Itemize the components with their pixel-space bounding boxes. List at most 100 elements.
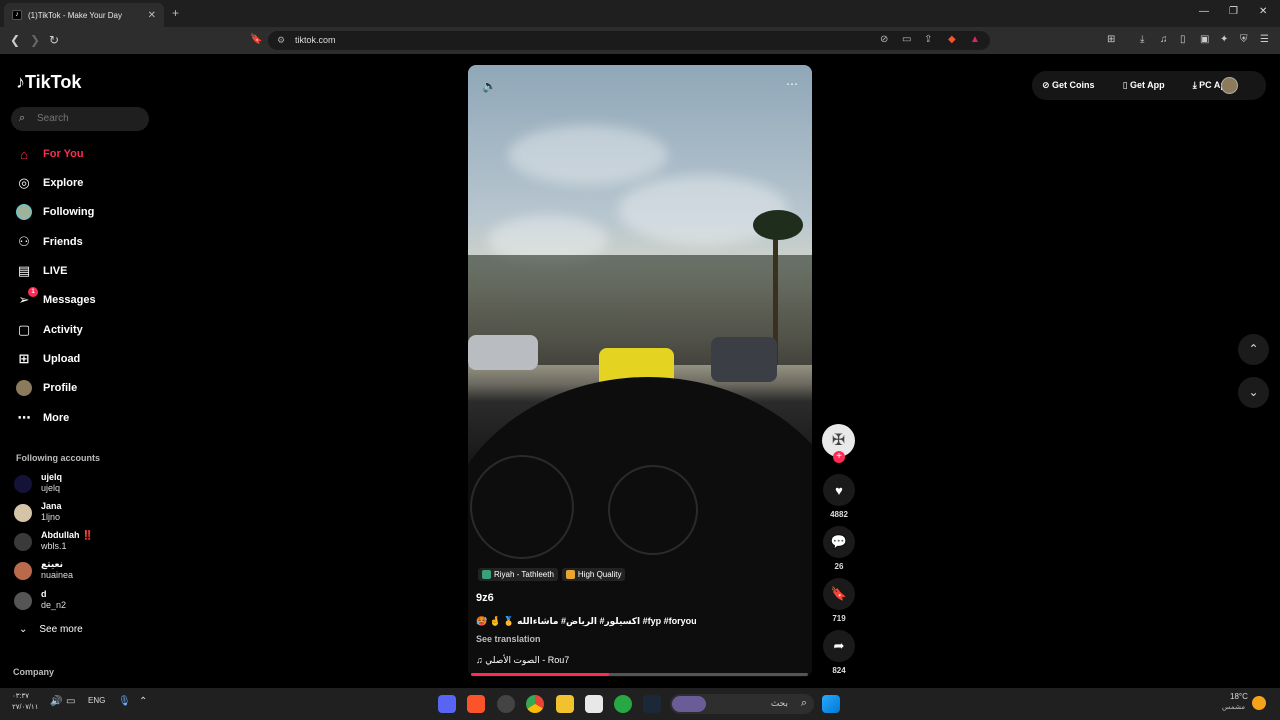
discord-icon[interactable] <box>438 695 456 713</box>
account-item[interactable]: Jana 1ljno <box>14 501 144 527</box>
nav-label: Messages <box>43 294 96 306</box>
tiktok-note-icon: ♪ <box>16 72 25 92</box>
taskbar-search[interactable]: بحث ⌕ <box>670 694 814 714</box>
comment-action[interactable]: 💬 26 <box>822 526 856 571</box>
vpn-icon[interactable]: ⛨ <box>1240 34 1248 45</box>
forward-icon[interactable]: ❯ <box>30 33 40 47</box>
nav-label: Explore <box>43 177 84 189</box>
progress-fill <box>471 673 610 676</box>
tab-close-button[interactable]: ✕ <box>148 10 156 21</box>
tab-search-icon[interactable]: ⊞ <box>1107 34 1115 45</box>
chrome-icon[interactable] <box>526 695 544 713</box>
tab-title: (1)TikTok - Make Your Day <box>28 10 122 20</box>
get-app-button[interactable]: ▯ Get App <box>1123 80 1179 91</box>
media-icon[interactable]: ♫ <box>1160 34 1168 45</box>
site-settings-icon[interactable]: ⚙ <box>277 35 285 46</box>
wallet-icon[interactable]: ▣ <box>1200 34 1209 45</box>
see-more-button[interactable]: ⌄ See more <box>19 624 83 635</box>
window-close-button[interactable]: ✕ <box>1259 6 1267 17</box>
cloud-shape <box>508 125 668 185</box>
logo-text: TikTok <box>25 72 82 92</box>
search-box[interactable]: ⌕ <box>11 107 149 131</box>
account-item[interactable]: Abdullah ‼️ wbls.1 <box>14 530 144 556</box>
nav-messages[interactable]: ➢ 1 Messages <box>16 287 96 310</box>
comment-icon[interactable]: 💬 <box>823 526 855 558</box>
tiktok-logo[interactable]: ♪TikTok <box>16 72 81 93</box>
language-indicator[interactable]: ENG <box>88 696 105 705</box>
like-action[interactable]: ♥ 4882 <box>822 474 856 519</box>
downloads-icon[interactable]: ⤓ <box>1140 34 1144 45</box>
reload-icon[interactable]: ↻ <box>49 33 59 47</box>
volume-muted-icon[interactable]: 🔈 <box>482 79 497 93</box>
file-explorer-icon[interactable] <box>556 695 574 713</box>
share-action[interactable]: ➦ 824 <box>822 630 856 675</box>
see-translation-button[interactable]: See translation <box>476 634 541 644</box>
account-username: wbls.1 <box>41 541 67 551</box>
nav-following[interactable]: Following <box>16 202 94 222</box>
more-options-icon[interactable]: ⋯ <box>786 77 798 91</box>
browser-tab[interactable]: ♪ (1)TikTok - Make Your Day ✕ <box>4 3 164 27</box>
steam-icon[interactable] <box>643 695 661 713</box>
nav-explore[interactable]: ◎ Explore <box>16 173 83 193</box>
nav-live[interactable]: ▤ LIVE <box>16 261 68 281</box>
nav-friends[interactable]: ⚇ Friends <box>16 232 83 252</box>
video-player[interactable]: 🔈 ⋯ Riyah - Tathleeth High Quality 9z6 🥵… <box>468 65 812 677</box>
account-item[interactable]: d de_n2 <box>14 589 144 615</box>
company-link[interactable]: Company <box>13 667 54 677</box>
nav-activity[interactable]: ▢ Activity <box>16 320 83 340</box>
back-icon[interactable]: ❮ <box>10 33 20 47</box>
account-item[interactable]: ujelq ujelq <box>14 472 144 498</box>
video-username[interactable]: 9z6 <box>476 592 494 604</box>
xbox-icon[interactable] <box>614 695 632 713</box>
location-tag[interactable]: Riyah - Tathleeth <box>478 568 558 581</box>
heart-icon[interactable]: ♥ <box>823 474 855 506</box>
volume-icon[interactable]: 🔊 <box>50 696 62 707</box>
tray-chevron-icon[interactable]: ⌃ <box>139 696 147 707</box>
brave-rewards-icon[interactable]: ▲ <box>970 34 980 45</box>
quality-tag[interactable]: High Quality <box>561 568 626 581</box>
minimize-button[interactable]: — <box>1199 6 1209 17</box>
account-username: de_n2 <box>41 600 67 610</box>
video-music[interactable]: ♫ الصوت الأصلي - Rou7 <box>476 655 569 666</box>
bookmark-icon[interactable]: 🔖 <box>250 34 262 45</box>
weather-sun-icon[interactable] <box>1252 696 1266 710</box>
share-arrow-icon[interactable]: ➦ <box>823 630 855 662</box>
nav-more[interactable]: ⋯ More <box>16 408 70 428</box>
bookmark-save-icon[interactable]: 🔖 <box>823 578 855 610</box>
address-bar[interactable]: ⚙ tiktok.com ⊘ ▭ ⇪ ◆ ▲ <box>268 31 990 50</box>
chevron-down-icon: ⌄ <box>19 624 28 635</box>
menu-icon[interactable]: ☰ <box>1260 34 1269 45</box>
sidebar-toggle-icon[interactable]: ▯ <box>1180 34 1186 45</box>
nav-profile[interactable]: Profile <box>16 378 77 398</box>
maximize-button[interactable]: ❐ <box>1229 6 1238 17</box>
messages-badge: 1 <box>28 287 38 297</box>
previous-video-button[interactable]: ⌃ <box>1238 334 1269 365</box>
tag-label: High Quality <box>577 570 622 579</box>
next-video-button[interactable]: ⌄ <box>1238 377 1269 408</box>
account-name: Jana <box>41 501 62 511</box>
url-text: tiktok.com <box>295 35 336 45</box>
brave-icon[interactable] <box>467 695 485 713</box>
follow-plus-icon[interactable]: + <box>833 451 845 463</box>
nav-upload[interactable]: ⊞ Upload <box>16 349 81 369</box>
brave-shields-icon[interactable]: ◆ <box>948 34 956 45</box>
cast-icon[interactable]: ▭ <box>902 34 911 45</box>
save-action[interactable]: 🔖 719 <box>822 578 856 623</box>
network-icon[interactable]: ▭ <box>66 696 75 707</box>
new-tab-button[interactable]: + <box>172 6 179 20</box>
windows-start-icon[interactable] <box>822 695 840 713</box>
account-item[interactable]: نعيتع nuainea <box>14 559 144 585</box>
share-icon[interactable]: ⇪ <box>924 34 932 45</box>
microphone-icon[interactable]: 🎙 <box>118 696 131 707</box>
store-icon[interactable] <box>585 695 603 713</box>
app-icon[interactable] <box>497 695 515 713</box>
get-coins-button[interactable]: ⊘ Get Coins <box>1042 80 1109 91</box>
leo-ai-icon[interactable]: ✦ <box>1220 34 1228 45</box>
video-progress-bar[interactable] <box>471 673 808 676</box>
avatar <box>14 592 32 610</box>
search-input[interactable] <box>37 113 137 124</box>
user-avatar[interactable] <box>1221 77 1238 94</box>
translate-icon[interactable]: ⊘ <box>880 34 888 45</box>
nav-for-you[interactable]: ⌂ For You <box>16 144 83 164</box>
following-avatar-icon <box>16 204 32 220</box>
